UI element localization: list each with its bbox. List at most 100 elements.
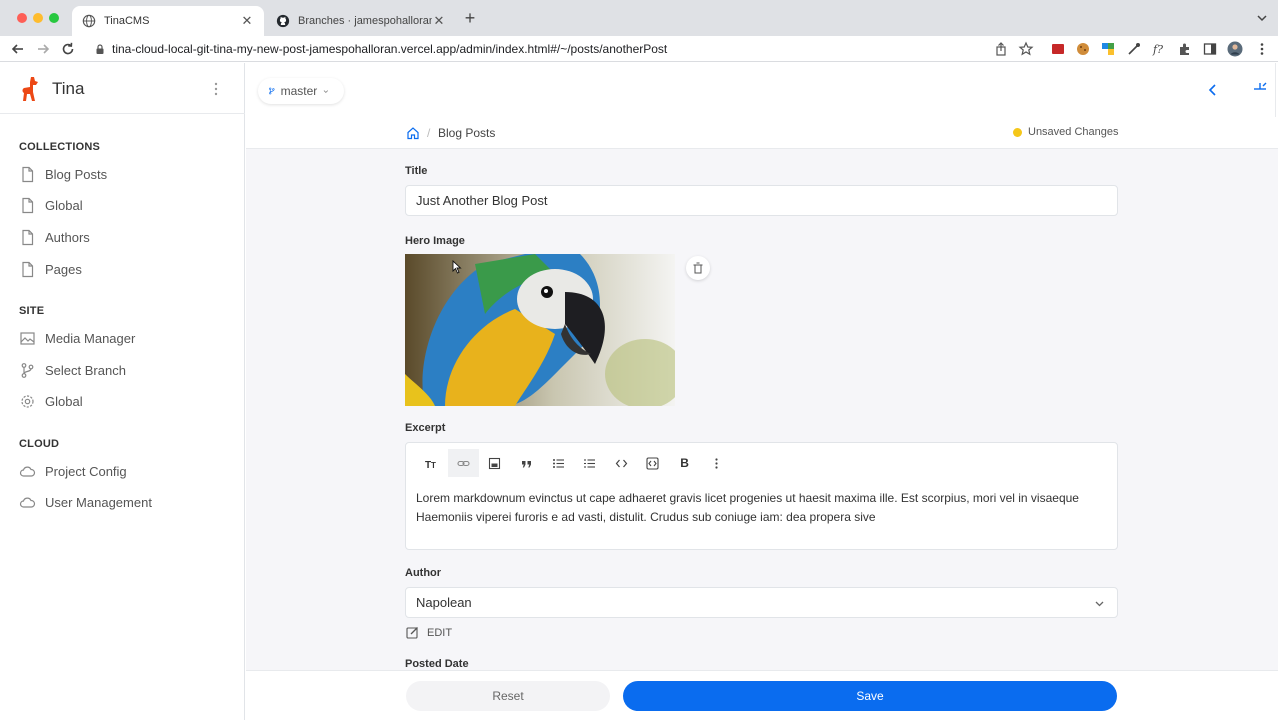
cloud-icon <box>19 497 36 508</box>
function-icon[interactable]: f? <box>1151 41 1167 57</box>
code-block-icon <box>646 456 660 470</box>
maximize-window-button[interactable] <box>49 13 59 23</box>
bold-button[interactable]: B <box>669 449 701 477</box>
sidebar-item-blog-posts[interactable]: Blog Posts <box>19 163 107 185</box>
excerpt-editor[interactable]: TT B Lorem markdownum evinctus ut cape a… <box>405 442 1118 550</box>
breadcrumb-separator: / <box>427 126 431 140</box>
branch-bar: master <box>246 63 1278 117</box>
section-heading-site: SITE <box>19 305 45 317</box>
back-arrow-icon[interactable] <box>9 40 27 58</box>
hero-image-label: Hero Image <box>405 235 465 247</box>
brand[interactable]: Tina <box>20 75 84 103</box>
text-size-button[interactable]: TT <box>416 449 448 477</box>
close-window-button[interactable] <box>17 13 27 23</box>
forward-arrow-icon[interactable] <box>34 40 52 58</box>
main-panel: / Blog Posts Unsaved Changes Title Just … <box>246 117 1278 720</box>
status-dot <box>1013 127 1022 137</box>
sidebar: Tina COLLECTIONS Blog Posts Global Autho… <box>0 63 245 720</box>
sidebar-item-label: Project Config <box>45 463 127 479</box>
home-icon[interactable] <box>406 126 420 140</box>
breadcrumb-blog-posts[interactable]: Blog Posts <box>438 126 495 140</box>
side-panel-icon[interactable] <box>1202 41 1218 57</box>
sidebar-item-project-config[interactable]: Project Config <box>19 460 127 482</box>
branch-name: master <box>280 84 318 98</box>
browser-tab-branches[interactable]: Branches · jamespohalloran/tina-cloud-st… <box>266 6 456 36</box>
more-icon <box>715 457 718 469</box>
close-tab-icon[interactable]: ✕ <box>432 14 446 28</box>
new-tab-button[interactable]: + <box>462 9 478 27</box>
sidebar-item-authors[interactable]: Authors <box>19 226 90 248</box>
sidebar-item-label: Authors <box>45 229 90 245</box>
chevron-down-icon[interactable] <box>1256 12 1268 24</box>
branch-selector[interactable]: master <box>258 78 344 104</box>
toolbar-divider <box>1275 63 1276 117</box>
browser-tab-tinacms[interactable]: TinaCMS ✕ <box>72 6 264 36</box>
brand-name: Tina <box>52 79 85 98</box>
cookie-extension-icon[interactable] <box>1075 41 1091 57</box>
sidebar-item-label: Global <box>45 393 83 409</box>
breadcrumb: / Blog Posts Unsaved Changes <box>246 117 1278 149</box>
mouse-cursor-icon <box>452 260 462 274</box>
address-bar[interactable]: tina-cloud-local-git-tina-my-new-post-ja… <box>88 38 1048 60</box>
collapse-icon[interactable] <box>1252 81 1268 97</box>
link-icon <box>457 460 470 466</box>
extension-colorful-icon[interactable] <box>1100 41 1116 57</box>
code-block-button[interactable] <box>637 449 669 477</box>
numbered-list-button[interactable] <box>574 449 606 477</box>
parrot-image <box>405 254 675 406</box>
excerpt-label: Excerpt <box>405 422 446 434</box>
star-icon[interactable] <box>1018 41 1034 57</box>
tab-title: Branches · jamespohalloran/tina-cloud-st… <box>298 15 432 27</box>
profile-avatar-icon[interactable] <box>1227 41 1243 57</box>
browser-toolbar: tina-cloud-local-git-tina-my-new-post-ja… <box>0 36 1278 62</box>
bullet-list-icon <box>552 458 564 468</box>
tina-llama-logo-icon <box>22 77 38 101</box>
bullet-list-button[interactable] <box>542 449 574 477</box>
file-icon <box>22 166 34 182</box>
image-icon <box>20 331 35 345</box>
file-icon <box>22 229 34 245</box>
chevron-down-icon <box>1095 601 1104 607</box>
quote-button[interactable] <box>511 449 543 477</box>
minimize-window-button[interactable] <box>33 13 43 23</box>
sidebar-item-pages[interactable]: Pages <box>19 258 82 280</box>
author-select[interactable]: Napolean <box>405 587 1118 618</box>
reset-button[interactable]: Reset <box>406 681 610 711</box>
browser-menu-icon[interactable] <box>1254 41 1270 57</box>
delete-image-button[interactable] <box>686 256 710 280</box>
puzzle-icon[interactable] <box>1177 41 1193 57</box>
sidebar-item-global[interactable]: Global <box>19 194 83 216</box>
chevron-down-icon <box>323 89 329 93</box>
image-button[interactable] <box>479 449 511 477</box>
share-icon[interactable] <box>993 41 1009 57</box>
more-options-button[interactable] <box>700 449 732 477</box>
rich-text-toolbar: TT B <box>416 449 732 477</box>
link-button[interactable] <box>447 449 480 477</box>
code-icon <box>615 459 628 467</box>
sidebar-item-label: Global <box>45 197 83 213</box>
chevron-left-icon[interactable] <box>1206 83 1220 97</box>
image-icon <box>489 457 501 469</box>
excerpt-text[interactable]: Lorem markdownum evinctus ut cape adhaer… <box>416 489 1106 527</box>
sidebar-item-media-manager[interactable]: Media Manager <box>19 327 135 349</box>
extension-red-icon[interactable] <box>1050 41 1066 57</box>
sidebar-item-select-branch[interactable]: Select Branch <box>19 359 126 381</box>
eyedropper-icon[interactable] <box>1126 41 1142 57</box>
save-button[interactable]: Save <box>623 681 1117 711</box>
sidebar-item-user-management[interactable]: User Management <box>19 491 152 513</box>
status-text: Unsaved Changes <box>1028 126 1119 138</box>
svg-text:T: T <box>431 461 436 470</box>
sidebar-menu-icon[interactable] <box>211 81 221 97</box>
code-button[interactable] <box>606 449 638 477</box>
hero-image[interactable] <box>405 254 675 406</box>
edit-author-link[interactable]: EDIT <box>406 626 452 639</box>
close-tab-icon[interactable]: ✕ <box>240 14 254 28</box>
sidebar-item-label: Pages <box>45 261 82 277</box>
title-input[interactable]: Just Another Blog Post <box>405 185 1118 216</box>
url-text: tina-cloud-local-git-tina-my-new-post-ja… <box>112 42 668 56</box>
reload-icon[interactable] <box>59 40 77 58</box>
author-value: Napolean <box>416 595 472 610</box>
sidebar-item-label: Blog Posts <box>45 166 108 182</box>
sidebar-item-global-settings[interactable]: Global <box>19 390 83 412</box>
sidebar-item-label: User Management <box>45 494 152 510</box>
